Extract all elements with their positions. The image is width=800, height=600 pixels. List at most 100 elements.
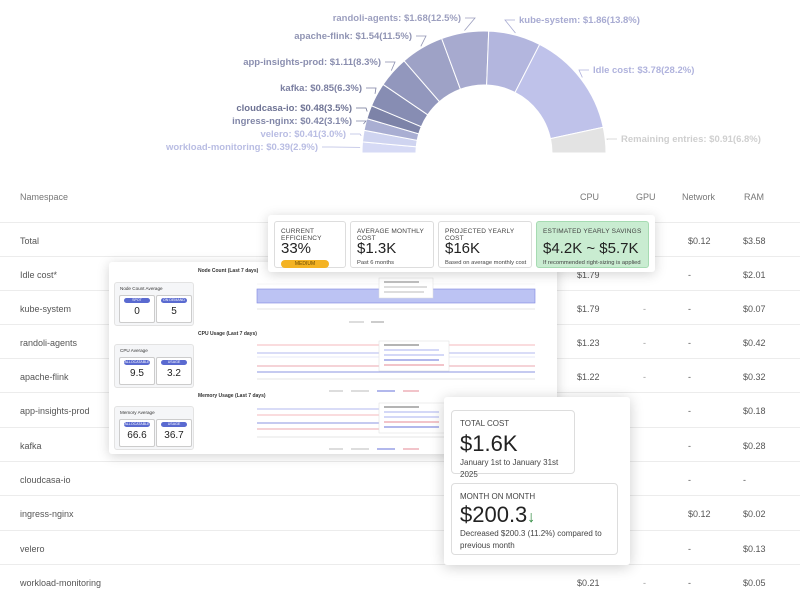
cpu-average-box: CPU Average ALLOCATABLE 9.5 USAGE 3.2 — [114, 344, 194, 388]
memory-allocatable-label: ALLOCATABLE — [124, 422, 150, 427]
estimated-savings-sub: If recommended right-sizing is applied — [543, 260, 641, 266]
memory-allocatable-pill: ALLOCATABLE 66.6 — [119, 419, 155, 447]
leader-line — [350, 133, 362, 137]
slice-label: cloudcasa-io: $0.48(3.5%) — [236, 103, 352, 114]
namespace-cell: workload-monitoring — [20, 578, 102, 588]
network-cell: - — [688, 338, 691, 348]
cpu-allocatable-pill: ALLOCATABLE 9.5 — [119, 357, 155, 385]
network-cell: - — [688, 578, 691, 588]
leader-line — [606, 138, 617, 140]
node-chart-title: Node Count (Last 7 days) — [198, 268, 259, 274]
table-row[interactable]: velero - $0.13 — [0, 530, 800, 565]
namespace-cell: kube-system — [20, 304, 72, 314]
network-cell: $0.12 — [688, 509, 711, 519]
average-monthly-cost-box: AVERAGE MONTHLY COST $1.3K Past 6 months — [350, 221, 434, 268]
leader-line — [416, 35, 427, 47]
network-cell: - — [688, 304, 691, 314]
gpu-cell: - — [643, 578, 646, 588]
projected-yearly-cost-box: PROJECTED YEARLY COST $16K Based on aver… — [438, 221, 532, 268]
spot-label: SPOT — [124, 298, 150, 303]
network-cell: - — [688, 544, 691, 554]
slice-label: apache-flink: $1.54(11.5%) — [294, 31, 412, 42]
slice-label: ingress-nginx: $0.42(3.1%) — [232, 116, 352, 127]
total-cost-box: TOTAL COST $1.6K January 1st to January … — [451, 410, 575, 479]
header-namespace[interactable]: Namespace — [20, 192, 68, 202]
ram-cell: $0.18 — [743, 406, 766, 416]
down-arrow-icon: ↓ — [527, 509, 536, 526]
spot-value: 0 — [134, 306, 140, 317]
average-monthly-cost-sub: Past 6 months — [357, 260, 395, 266]
ram-cell: $0.02 — [743, 509, 766, 519]
slice-label: kube-system: $1.86(13.8%) — [519, 15, 640, 26]
average-monthly-cost-value: $1.3K — [357, 240, 397, 257]
ram-cell: - — [743, 475, 746, 485]
month-on-month-value: $200.3 — [460, 502, 528, 527]
on-demand-value: 5 — [171, 306, 177, 317]
node-count-chart — [256, 277, 536, 323]
slice-label: kafka: $0.85(6.3%) — [280, 83, 362, 94]
namespace-cell: cloudcasa-io — [20, 475, 71, 485]
current-efficiency-box: CURRENT EFFICIENCY 33% MEDIUM — [274, 221, 346, 268]
table-row[interactable]: ingress-nginx $0.12 $0.02 — [0, 495, 800, 530]
on-demand-pill: ON DEMAND 5 — [156, 295, 192, 323]
memory-usage-label: USAGE — [161, 422, 187, 427]
network-cell: - — [688, 441, 691, 451]
cpu-usage-chart — [257, 340, 535, 392]
namespace-cell: ingress-nginx — [20, 509, 74, 519]
total-cost-card: TOTAL COST $1.6K January 1st to January … — [444, 397, 630, 565]
cpu-chart-title: CPU Usage (Last 7 days) — [198, 331, 257, 337]
table-row[interactable]: cloudcasa-io - - — [0, 461, 800, 496]
month-on-month-sub: Decreased $200.3 (11.2%) compared to pre… — [460, 529, 602, 550]
leader-line — [356, 120, 367, 125]
estimated-savings-value: $4.2K ~ $5.7K — [543, 240, 639, 257]
namespace-cell: randoli-agents — [20, 338, 78, 348]
namespace-cell: kafka — [20, 441, 42, 451]
slice-label: randoli-agents: $1.68(12.5%) — [333, 13, 461, 24]
cpu-usage-pill: USAGE 3.2 — [156, 357, 192, 385]
network-cell: - — [688, 475, 691, 485]
ram-cell: $0.13 — [743, 544, 766, 554]
leader-line — [385, 61, 396, 71]
projected-yearly-cost-sub: Based on average monthly cost — [445, 260, 527, 266]
spot-pill: SPOT 0 — [119, 295, 155, 323]
header-gpu[interactable]: GPU — [636, 192, 656, 202]
network-cell: - — [688, 270, 691, 280]
ram-cell: $0.42 — [743, 338, 766, 348]
cpu-cell: $1.22 — [577, 372, 600, 382]
month-on-month-box: MONTH ON MONTH $200.3↓ Decreased $200.3 … — [451, 483, 618, 555]
header-cpu[interactable]: CPU — [580, 192, 599, 202]
cpu-cell: $1.23 — [577, 338, 600, 348]
gpu-cell: - — [643, 338, 646, 348]
gpu-cell: - — [643, 372, 646, 382]
namespace-cell: Idle cost* — [20, 270, 58, 280]
total-cost-title: TOTAL COST — [460, 419, 510, 428]
leader-line — [504, 19, 516, 34]
ram-cell: $0.32 — [743, 372, 766, 382]
ram-cell: $0.07 — [743, 304, 766, 314]
estimated-yearly-savings-box: ESTIMATED YEARLY SAVINGS $4.2K ~ $5.7K I… — [536, 221, 649, 268]
header-ram[interactable]: RAM — [744, 192, 764, 202]
efficiency-summary-card: CURRENT EFFICIENCY 33% MEDIUM AVERAGE MO… — [268, 215, 655, 272]
namespace-cost-donut-chart: workload-monitoring: $0.39(2.9%) velero: … — [165, 13, 761, 154]
current-efficiency-value: 33% — [281, 240, 312, 257]
ram-cell: $2.01 — [743, 270, 766, 280]
cpu-allocatable-label: ALLOCATABLE — [124, 360, 150, 365]
network-cell: - — [688, 406, 691, 416]
slice-label: workload-monitoring: $0.39(2.9%) — [165, 142, 318, 153]
header-network[interactable]: Network — [682, 192, 715, 202]
leader-line — [464, 17, 476, 31]
memory-usage-value: 36.7 — [164, 430, 184, 441]
table-row[interactable]: workload-monitoring $0.21 - - $0.05 — [0, 564, 800, 599]
node-average-title: Node Count Average — [120, 286, 163, 291]
table-header: Namespace CPU GPU Network RAM — [0, 192, 800, 212]
cpu-cell: $0.21 — [577, 578, 600, 588]
node-count-average-box: Node Count Average SPOT 0 ON DEMAND 5 — [114, 282, 194, 326]
cpu-usage-label: USAGE — [161, 360, 187, 365]
total-cost-value: $1.6K — [460, 431, 518, 456]
cpu-allocatable-value: 9.5 — [130, 368, 144, 379]
total-cost-period: January 1st to January 31st 2025 — [460, 458, 559, 479]
month-on-month-title: MONTH ON MONTH — [460, 492, 536, 501]
month-on-month-value-wrap: $200.3↓ — [460, 502, 535, 528]
memory-average-box: Memory Average ALLOCATABLE 66.6 USAGE 36… — [114, 406, 194, 450]
namespace-cell: app-insights-prod — [20, 406, 90, 416]
